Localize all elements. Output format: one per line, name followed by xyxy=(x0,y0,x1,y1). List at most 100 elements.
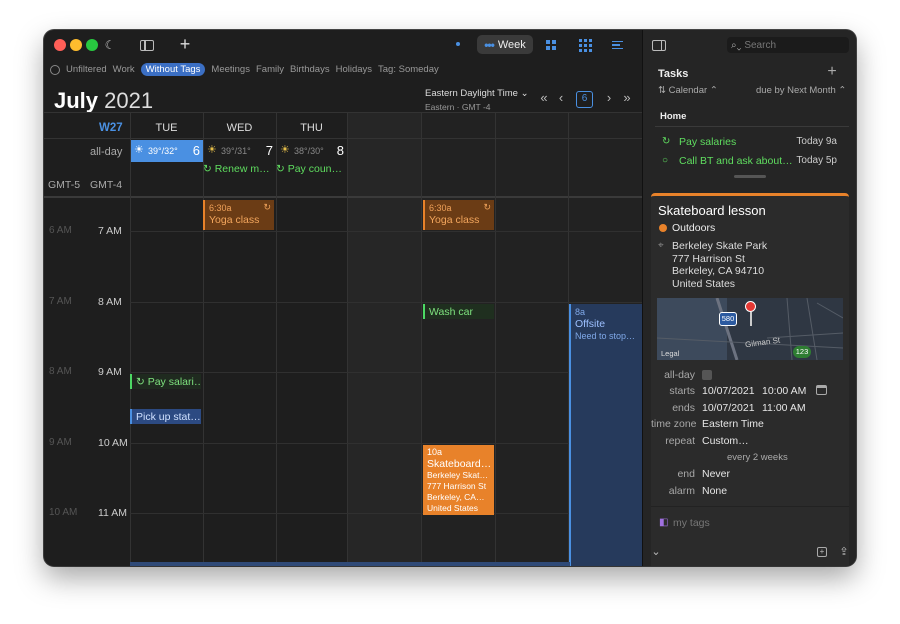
event-title: Offsite xyxy=(575,318,606,330)
filter-chip[interactable]: Work xyxy=(113,64,135,75)
prev-week-icon[interactable]: « xyxy=(537,90,551,105)
tasks-source[interactable]: ⇅ Calendar ⌃ xyxy=(658,85,718,96)
event-skateboard[interactable]: 10a Skateboard… Berkeley Skat… 777 Harri… xyxy=(423,445,494,515)
prev-day-icon[interactable]: ‹ xyxy=(556,90,566,105)
resize-handle[interactable] xyxy=(734,175,766,178)
filter-chip[interactable]: Tag: Someday xyxy=(378,64,439,75)
ends-time[interactable]: 11:00 AM xyxy=(762,402,806,414)
search-placeholder: Search xyxy=(744,39,777,51)
detail-title[interactable]: Skateboard lesson xyxy=(658,203,766,218)
repeat-label: repeat xyxy=(665,435,695,447)
chevron-down-icon: ⌄ xyxy=(520,88,529,99)
tasks-sort[interactable]: due by Next Month ⌃ xyxy=(756,85,846,96)
calendar-picker-icon[interactable] xyxy=(816,385,827,395)
filter-chip[interactable]: Unfiltered xyxy=(66,64,107,75)
map-legal-link[interactable]: Legal xyxy=(661,349,679,358)
hour-label: 10 AM xyxy=(98,437,128,449)
column-line xyxy=(347,112,348,566)
event-yoga-sat[interactable]: 6:30a Yoga class ↻ xyxy=(423,200,494,230)
hour-label: 11 AM xyxy=(98,507,127,519)
starts-label: starts xyxy=(669,385,695,397)
search-icon: ⌕⌄ xyxy=(731,39,742,51)
event-title: Skateboard… xyxy=(427,458,492,470)
alarm-label: alarm xyxy=(668,485,695,497)
event-title: Yoga class xyxy=(209,214,260,226)
map-pin-icon xyxy=(745,301,756,312)
day-cell[interactable]: ☀ 39°/31° 7 xyxy=(203,140,276,162)
alarm-value[interactable]: None xyxy=(702,485,727,497)
timezone-value[interactable]: Eastern Time xyxy=(702,418,764,430)
filter-chip[interactable]: Birthdays xyxy=(290,64,330,75)
day-header[interactable]: WED xyxy=(203,122,276,134)
filter-chip[interactable]: Without Tags xyxy=(140,63,206,76)
allday-task[interactable]: ↻ Pay coun… xyxy=(276,163,346,177)
day-header[interactable]: THU xyxy=(276,122,347,134)
event-offsite[interactable]: 8a Offsite Need to stop… xyxy=(569,304,642,566)
month-view-icon[interactable] xyxy=(544,38,558,52)
event-line4: United States xyxy=(427,503,479,513)
repeat-value[interactable]: Custom… xyxy=(702,435,749,447)
repeat-sub: every 2 weeks xyxy=(727,452,788,463)
starts-time[interactable]: 10:00 AM xyxy=(762,385,806,397)
repeat-icon: ↻ xyxy=(483,202,491,212)
new-window-icon[interactable]: + xyxy=(816,546,828,558)
event-pay-salaries[interactable]: ↻ Pay salari… xyxy=(130,374,201,389)
tags-divider xyxy=(651,506,849,507)
sidebar-toggle-icon[interactable] xyxy=(139,38,155,52)
event-title: Pay salari… xyxy=(147,376,201,388)
panel-toggle-icon[interactable] xyxy=(651,38,667,52)
add-icon[interactable]: + xyxy=(176,34,194,54)
ends-date[interactable]: 10/07/2021 xyxy=(702,402,755,414)
next-week-icon[interactable]: » xyxy=(620,90,634,105)
end-value[interactable]: Never xyxy=(702,468,730,480)
location-line: Berkeley Skate Park xyxy=(672,240,768,252)
day-cell[interactable]: ☀ 38°/30° 8 xyxy=(276,140,347,162)
week-number: W27 xyxy=(99,122,123,134)
minimize-button[interactable] xyxy=(70,39,82,51)
allday-checkbox[interactable] xyxy=(702,370,712,380)
task-icon: ↻ xyxy=(136,376,148,388)
day-view-icon[interactable] xyxy=(452,38,464,50)
month-name: July xyxy=(54,88,99,113)
add-task-icon[interactable]: + xyxy=(825,63,839,80)
day-header[interactable]: TUE xyxy=(130,122,203,134)
task-item[interactable]: ↻ Pay salaries Today 9a xyxy=(662,136,842,151)
allday-task[interactable]: ↻ Renew m… xyxy=(203,163,273,177)
task-item[interactable]: ○ Call BT and ask about… Today 5p xyxy=(662,155,842,170)
detail-calendar[interactable]: Outdoors xyxy=(672,222,715,234)
hour-line xyxy=(130,302,642,303)
week-view-button[interactable]: ••• Week xyxy=(477,35,533,54)
filter-chip[interactable]: Meetings xyxy=(211,64,250,75)
gmt-right: GMT-4 xyxy=(90,179,123,191)
moon-icon[interactable]: ☾ xyxy=(102,36,118,54)
filter-chip[interactable]: Holidays xyxy=(336,64,372,75)
map[interactable]: 580 Gilman St 123 Legal xyxy=(657,298,843,360)
hour-line xyxy=(130,231,642,232)
year-view-icon[interactable] xyxy=(577,37,593,53)
event-pick-up[interactable]: Pick up stat… xyxy=(130,409,201,424)
share-icon[interactable]: ⇪ xyxy=(838,545,850,558)
hour-label: 8 AM xyxy=(98,296,122,308)
task-label: Pay salaries xyxy=(679,136,737,148)
list-view-icon[interactable] xyxy=(610,38,624,52)
close-button[interactable] xyxy=(54,39,66,51)
task-label: Call BT and ask about… xyxy=(679,155,793,167)
starts-date[interactable]: 10/07/2021 xyxy=(702,385,755,397)
today-button[interactable]: 6 xyxy=(576,91,593,108)
search-field[interactable]: ⌕⌄ Search xyxy=(727,37,849,53)
event-yoga-wed[interactable]: 6:30a Yoga class ↻ xyxy=(203,200,274,230)
timezone-selector[interactable]: Eastern Daylight Time ⌄ xyxy=(425,88,529,99)
year: 2021 xyxy=(104,88,154,113)
day-cell[interactable]: ☀ 39°/32° 6 xyxy=(130,140,203,162)
filter-chip[interactable]: Family xyxy=(256,64,284,75)
location-line: United States xyxy=(672,277,736,290)
calendar-color-dot xyxy=(659,224,667,232)
collapse-chevron-icon[interactable]: ⌄ xyxy=(650,546,662,558)
weather-temp: 39°/31° xyxy=(221,146,251,156)
filter-icon[interactable] xyxy=(49,64,61,76)
tags-field[interactable]: my tags xyxy=(673,517,710,529)
zoom-button[interactable] xyxy=(86,39,98,51)
route-shield: 123 xyxy=(793,346,811,358)
event-wash-car[interactable]: Wash car xyxy=(423,304,494,319)
next-day-icon[interactable]: › xyxy=(604,90,614,105)
